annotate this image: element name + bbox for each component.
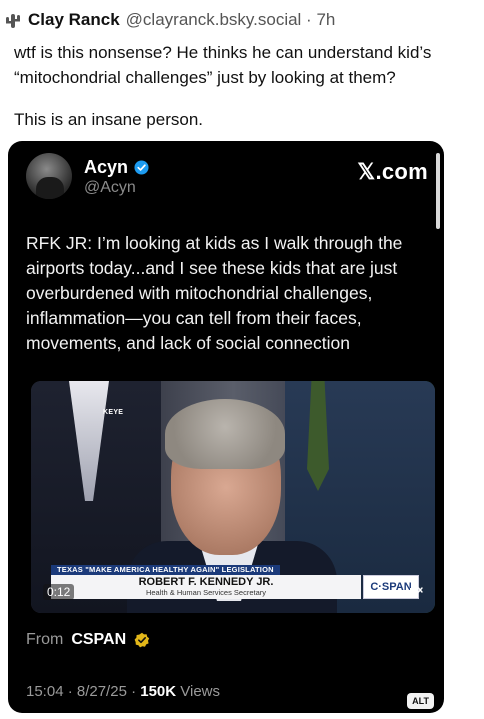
lower-third: TEXAS "MAKE AMERICA HEALTHY AGAIN" LEGIS…	[51, 565, 419, 599]
author-name[interactable]: Clay Ranck	[28, 10, 120, 30]
cactus-icon	[6, 14, 20, 28]
author-handle-time[interactable]: @clayranck.bsky.social · 7h	[126, 10, 336, 30]
post-body: wtf is this nonsense? He thinks he can u…	[14, 40, 476, 132]
video-speaker-hair	[165, 399, 285, 469]
avatar[interactable]	[26, 153, 72, 199]
lower-third-name: ROBERT F. KENNEDY JR.	[138, 576, 274, 588]
lower-third-title: Health & Human Services Secretary	[145, 588, 267, 597]
mute-icon[interactable]	[409, 583, 423, 597]
lower-third-banner: TEXAS "MAKE AMERICA HEALTHY AGAIN" LEGIS…	[51, 565, 280, 575]
post-text-line-1: wtf is this nonsense? He thinks he can u…	[14, 43, 432, 87]
x-logo: 𝕏.com	[357, 159, 428, 184]
from-label: From	[26, 631, 64, 648]
video-time: 0:12	[43, 584, 75, 600]
gold-verified-badge-icon	[134, 632, 150, 648]
views-label: Views	[176, 683, 221, 700]
video-player[interactable]: KEYE TEXAS "MAKE AMERICA HEALTHY AGAIN" …	[31, 381, 435, 613]
verified-badge-icon	[134, 160, 149, 175]
scrollbar[interactable]	[436, 153, 440, 229]
embed-author[interactable]: Acyn	[84, 157, 149, 178]
from-source[interactable]: CSPAN	[71, 631, 126, 649]
post-header: Clay Ranck @clayranck.bsky.social · 7h	[4, 10, 335, 30]
embed-author-name[interactable]: Acyn	[84, 157, 128, 178]
station-watermark: KEYE	[103, 409, 124, 416]
post-meta: 15:04 · 8/27/25 · 150K Views	[26, 683, 220, 700]
embed-text: RFK JR: I’m looking at kids as I walk th…	[26, 233, 403, 353]
embed-handle[interactable]: @Acyn	[84, 179, 136, 197]
from-line: From CSPAN	[26, 631, 150, 649]
post-timestamp: 15:04 · 8/27/25 ·	[26, 683, 141, 700]
post-text-line-2: This is an insane person.	[14, 110, 203, 129]
views-count: 150K	[140, 683, 177, 700]
alt-text-badge[interactable]: ALT	[407, 693, 434, 709]
embedded-post[interactable]: Acyn @Acyn 𝕏.com RFK JR: I’m looking at …	[8, 141, 444, 713]
